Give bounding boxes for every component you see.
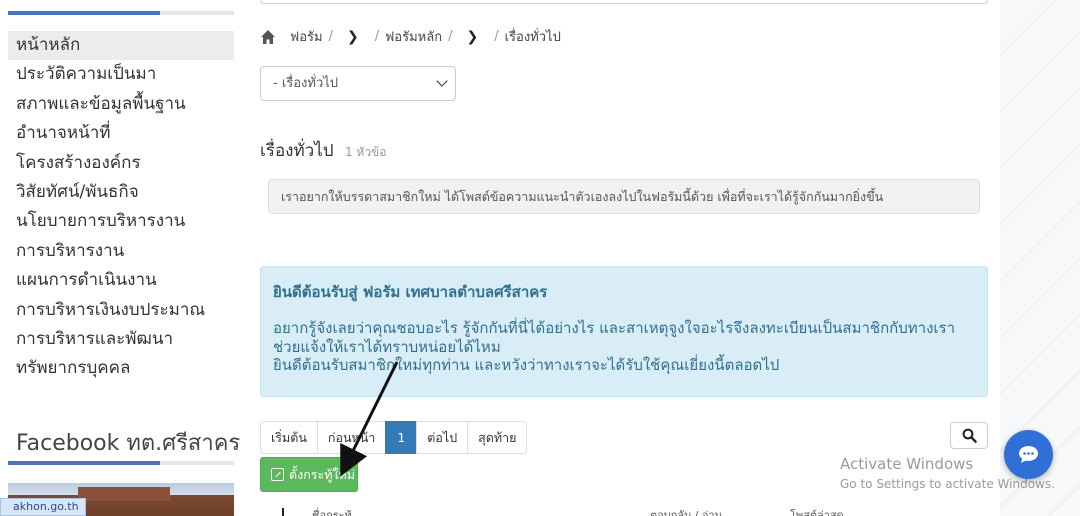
topic-count: 1 หัวข้อ <box>344 145 387 159</box>
topic-table-header: ชื่อกระทู้ ตอบกลับ / อ่าน โพสต์ล่าสุด <box>260 506 988 516</box>
breadcrumb-forum[interactable]: ฟอรัม <box>290 26 323 47</box>
sidebar-item-policy[interactable]: นโยบายการบริหารงาน <box>8 207 234 236</box>
breadcrumb-main-forum[interactable]: ฟอรัมหลัก <box>385 26 442 47</box>
welcome-line-2: ยินดีต้อนรับสมาชิกใหม่ทุกท่าน และหวังว่า… <box>273 356 780 374</box>
welcome-body: อยากรู้จังเลยว่าคุณชอบอะไร รู้จักกันที่น… <box>273 319 973 375</box>
pagination: เริ่มต้น ก่อนหน้า 1 ต่อไป สุดท้าย <box>260 421 528 454</box>
home-icon[interactable] <box>260 29 276 45</box>
pagination-first[interactable]: เริ่มต้น <box>260 421 318 454</box>
chevron-right-icon: ❯ <box>346 28 359 45</box>
activate-windows-subtitle: Go to Settings to activate Windows. <box>840 477 1055 491</box>
chevron-down-icon <box>436 75 448 87</box>
welcome-panel: ยินดีต้อนรับสู่ ฟอรัม เทศบาลตำบลศรีสาคร … <box>260 266 988 397</box>
chat-button[interactable] <box>1004 430 1053 479</box>
facebook-title: Facebook ทต.ศรีสาคร <box>16 431 241 456</box>
breadcrumb-separator: / <box>494 29 499 44</box>
sidebar-item-hr[interactable]: การบริหารและพัฒนาทรัพยากรบุคคล <box>8 325 234 384</box>
search-icon <box>962 428 977 443</box>
sidebar-item-authority[interactable]: อำนาจหน้าที่ <box>8 119 234 148</box>
sidebar: หน้าหลัก ประวัติความเป็นมา สภาพและข้อมูล… <box>0 0 240 516</box>
new-topic-button[interactable]: ตั้งกระทู้ใหม่ <box>260 457 358 492</box>
breadcrumb-separator: / <box>328 29 333 44</box>
sidebar-item-home[interactable]: หน้าหลัก <box>8 31 234 61</box>
pagination-prev[interactable]: ก่อนหน้า <box>316 421 387 454</box>
pagination-next[interactable]: ต่อไป <box>416 421 469 454</box>
sidebar-item-action-plan[interactable]: แผนการดำเนินงาน <box>8 266 234 295</box>
column-topic: ชื่อกระทู้ <box>312 509 352 516</box>
chevron-right-icon: ❯ <box>466 28 479 45</box>
forum-title: เรื่องทั่วไป <box>260 141 334 161</box>
breadcrumb-separator: / <box>374 29 380 44</box>
welcome-line-1: อยากรู้จังเลยว่าคุณชอบอะไร รู้จักกันที่น… <box>273 319 956 356</box>
chat-bubble-icon <box>1019 446 1038 463</box>
sidebar-item-structure[interactable]: โครงสร้างองค์กร <box>8 149 234 178</box>
edit-icon <box>271 468 284 481</box>
sidebar-item-history[interactable]: ประวัติความเป็นมา <box>8 60 234 89</box>
category-select-value: - เรื่องทั่วไป <box>273 76 339 91</box>
page: หน้าหลัก ประวัติความเป็นมา สภาพและข้อมูล… <box>0 0 1080 516</box>
building-roof-shape <box>78 487 170 501</box>
breadcrumb-separator: / <box>448 29 453 44</box>
breadcrumb: ฟอรัม / ❯ / ฟอรัมหลัก / ❯ / เรื่องทั่วไป <box>260 26 561 47</box>
welcome-title: ยินดีต้อนรับสู่ ฟอรัม เทศบาลตำบลศรีสาคร <box>273 283 548 301</box>
sidebar-item-vision[interactable]: วิสัยทัศน์/พันธกิจ <box>8 178 234 207</box>
forum-heading: เรื่องทั่วไป 1 หัวข้อ <box>260 137 386 164</box>
status-url-chip: akhon.go.th <box>0 498 86 516</box>
category-select[interactable]: - เรื่องทั่วไป <box>260 66 456 101</box>
sidebar-accent-bar <box>8 11 234 15</box>
sidebar-menu: หน้าหลัก ประวัติความเป็นมา สภาพและข้อมูล… <box>8 31 234 384</box>
pagination-current[interactable]: 1 <box>385 421 418 454</box>
sidebar-item-basic-info[interactable]: สภาพและข้อมูลพื้นฐาน <box>8 90 234 119</box>
column-last-post: โพสต์ล่าสุด <box>790 509 844 516</box>
column-replies: ตอบกลับ / อ่าน <box>650 509 723 516</box>
pagination-last[interactable]: สุดท้าย <box>467 421 528 454</box>
header-marker <box>282 508 284 516</box>
forum-description: เราอยากให้บรรดาสมาชิกใหม่ ได้โพสต์ข้อควา… <box>268 179 980 214</box>
sidebar-item-budget[interactable]: การบริหารเงินงบประมาณ <box>8 296 234 325</box>
sidebar-accent-bar-2 <box>8 461 234 465</box>
new-topic-label: ตั้งกระทู้ใหม่ <box>289 467 356 482</box>
breadcrumb-general[interactable]: เรื่องทั่วไป <box>505 26 561 47</box>
top-search-field[interactable] <box>260 0 988 4</box>
sidebar-item-administration[interactable]: การบริหารงาน <box>8 237 234 266</box>
search-button[interactable] <box>950 422 988 449</box>
main-content: ฟอรัม / ❯ / ฟอรัมหลัก / ❯ / เรื่องทั่วไป… <box>260 0 988 516</box>
